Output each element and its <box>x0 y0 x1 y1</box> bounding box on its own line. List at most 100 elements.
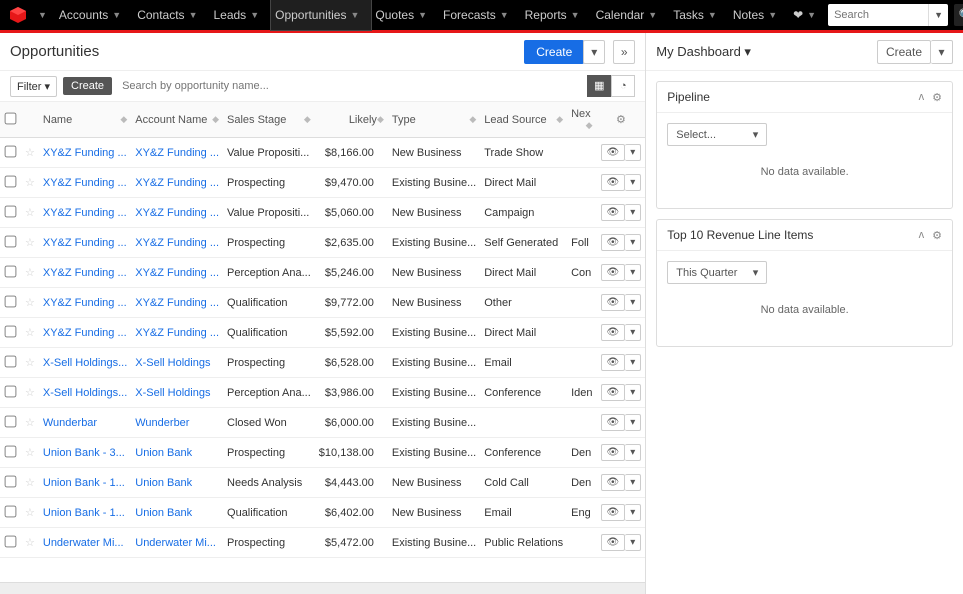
nav-item-contacts[interactable]: Contacts▼ <box>133 0 209 30</box>
app-logo[interactable] <box>8 6 28 24</box>
cell-account[interactable]: Union Bank <box>131 438 223 468</box>
row-checkbox[interactable] <box>5 325 17 337</box>
activity-view-toggle[interactable]: ◔ <box>611 75 635 97</box>
row-menu[interactable]: ▾ <box>625 264 641 281</box>
column-sales-stage[interactable]: Sales Stage◆ <box>223 102 315 138</box>
nav-item-quotes[interactable]: Quotes▼ <box>371 0 439 30</box>
cell-account[interactable]: Wunderber <box>131 408 223 438</box>
column-account-name[interactable]: Account Name◆ <box>131 102 223 138</box>
row-menu[interactable]: ▾ <box>625 174 641 191</box>
favorite-star[interactable]: ☆ <box>21 498 39 528</box>
row-checkbox[interactable] <box>5 355 17 367</box>
row-menu[interactable]: ▾ <box>625 474 641 491</box>
nav-item-accounts[interactable]: Accounts▼ <box>55 0 133 30</box>
preview-button[interactable]: 👁 <box>601 414 626 431</box>
sidebar-toggle[interactable]: » <box>613 40 635 64</box>
row-checkbox[interactable] <box>5 505 17 517</box>
column-name[interactable]: Name◆ <box>39 102 131 138</box>
preview-button[interactable]: 👁 <box>601 534 626 551</box>
row-menu[interactable]: ▾ <box>625 504 641 521</box>
cell-account[interactable]: X-Sell Holdings <box>131 378 223 408</box>
cell-name[interactable]: Wunderbar <box>39 408 131 438</box>
row-checkbox[interactable] <box>5 205 17 217</box>
favorite-star[interactable]: ☆ <box>21 198 39 228</box>
preview-button[interactable]: 👁 <box>601 144 626 161</box>
search-input[interactable] <box>828 9 928 21</box>
filter-search-input[interactable] <box>118 77 581 95</box>
dashlet-filter-select[interactable]: Select...▾ <box>667 123 767 146</box>
favorite-star[interactable]: ☆ <box>21 138 39 168</box>
global-search[interactable]: ▼ <box>828 4 948 26</box>
nav-item-opportunities[interactable]: Opportunities▼ <box>271 0 371 30</box>
nav-item-notes[interactable]: Notes▼ <box>729 0 789 30</box>
cell-name[interactable]: XY&Z Funding ... <box>39 228 131 258</box>
logo-caret-icon[interactable]: ▼ <box>38 10 47 20</box>
column-lead-source[interactable]: Lead Source◆ <box>480 102 567 138</box>
gear-icon[interactable]: ⚙ <box>932 229 942 242</box>
cell-account[interactable]: XY&Z Funding ... <box>131 198 223 228</box>
preview-button[interactable]: 👁 <box>601 234 626 251</box>
cell-name[interactable]: Underwater Mi... <box>39 528 131 558</box>
gear-icon[interactable]: ⚙ <box>932 91 942 104</box>
select-all-checkbox[interactable] <box>5 112 17 124</box>
row-menu[interactable]: ▾ <box>625 324 641 341</box>
nav-overflow[interactable]: ❤▼ <box>789 0 828 30</box>
favorite-star[interactable]: ☆ <box>21 288 39 318</box>
filter-create-button[interactable]: Create <box>63 77 112 95</box>
preview-button[interactable]: 👁 <box>601 444 626 461</box>
row-checkbox[interactable] <box>5 265 17 277</box>
collapse-icon[interactable]: ʌ <box>919 91 925 104</box>
preview-button[interactable]: 👁 <box>601 384 626 401</box>
cell-account[interactable]: XY&Z Funding ... <box>131 318 223 348</box>
row-checkbox[interactable] <box>5 295 17 307</box>
preview-button[interactable]: 👁 <box>601 324 626 341</box>
row-checkbox[interactable] <box>5 415 17 427</box>
create-button[interactable]: Create <box>524 40 584 64</box>
cell-account[interactable]: XY&Z Funding ... <box>131 228 223 258</box>
favorite-star[interactable]: ☆ <box>21 438 39 468</box>
nav-item-tasks[interactable]: Tasks▼ <box>669 0 729 30</box>
cell-account[interactable]: Union Bank <box>131 468 223 498</box>
favorite-star[interactable]: ☆ <box>21 258 39 288</box>
favorite-star[interactable]: ☆ <box>21 408 39 438</box>
row-checkbox[interactable] <box>5 385 17 397</box>
row-checkbox[interactable] <box>5 445 17 457</box>
cell-account[interactable]: XY&Z Funding ... <box>131 288 223 318</box>
nav-item-forecasts[interactable]: Forecasts▼ <box>439 0 521 30</box>
cell-name[interactable]: Union Bank - 1... <box>39 468 131 498</box>
column-actions[interactable]: ⚙ <box>597 102 646 138</box>
nav-item-calendar[interactable]: Calendar▼ <box>592 0 670 30</box>
nav-item-leads[interactable]: Leads▼ <box>209 0 271 30</box>
favorite-star[interactable]: ☆ <box>21 378 39 408</box>
preview-button[interactable]: 👁 <box>601 504 626 521</box>
row-menu[interactable]: ▾ <box>625 384 641 401</box>
preview-button[interactable]: 👁 <box>601 294 626 311</box>
favorite-star[interactable]: ☆ <box>21 318 39 348</box>
cell-name[interactable]: XY&Z Funding ... <box>39 258 131 288</box>
cell-account[interactable]: Underwater Mi... <box>131 528 223 558</box>
preview-button[interactable]: 👁 <box>601 174 626 191</box>
row-menu[interactable]: ▾ <box>625 204 641 221</box>
row-menu[interactable]: ▾ <box>625 144 641 161</box>
cell-name[interactable]: XY&Z Funding ... <box>39 318 131 348</box>
favorite-star[interactable]: ☆ <box>21 348 39 378</box>
cell-account[interactable]: Union Bank <box>131 498 223 528</box>
dashboard-title[interactable]: My Dashboard ▾ <box>656 44 751 60</box>
dashboard-create-dropdown[interactable]: ▾ <box>931 40 953 64</box>
dashboard-create-button[interactable]: Create <box>877 40 931 64</box>
row-menu[interactable]: ▾ <box>625 414 641 431</box>
favorite-star[interactable]: ☆ <box>21 468 39 498</box>
column-likely[interactable]: Likely◆ <box>315 102 388 138</box>
column-nex[interactable]: Nex◆ <box>567 102 596 138</box>
cell-account[interactable]: XY&Z Funding ... <box>131 168 223 198</box>
cell-name[interactable]: XY&Z Funding ... <box>39 138 131 168</box>
cell-account[interactable]: XY&Z Funding ... <box>131 258 223 288</box>
row-checkbox[interactable] <box>5 175 17 187</box>
search-button[interactable]: 🔍 <box>954 4 963 26</box>
row-checkbox[interactable] <box>5 535 17 547</box>
row-menu[interactable]: ▾ <box>625 534 641 551</box>
preview-button[interactable]: 👁 <box>601 204 626 221</box>
cell-account[interactable]: XY&Z Funding ... <box>131 138 223 168</box>
cell-name[interactable]: XY&Z Funding ... <box>39 168 131 198</box>
favorite-star[interactable]: ☆ <box>21 228 39 258</box>
